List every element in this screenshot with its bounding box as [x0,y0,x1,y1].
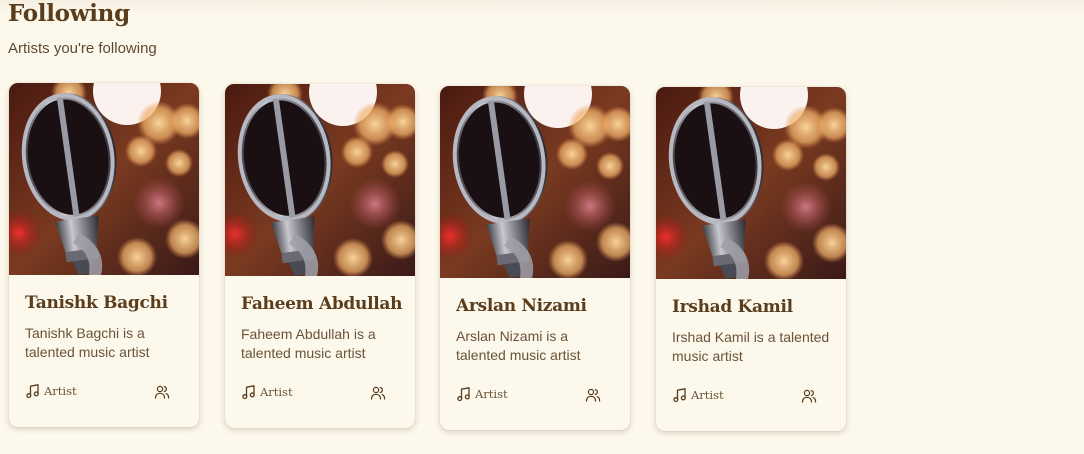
artist-card[interactable]: Faheem Abdullah Faheem Abdullah is a tal… [225,84,415,428]
artist-tag-label: Artist [260,385,293,399]
music-note-icon [456,386,472,402]
users-icon [585,387,601,403]
music-note-icon [241,384,257,400]
artist-card[interactable]: Tanishk Bagchi Tanishk Bagchi is a talen… [9,83,199,427]
users-icon [154,384,170,400]
music-note-icon [672,387,688,403]
artist-tag: Artist [25,383,77,399]
artist-card[interactable]: Irshad Kamil Irshad Kamil is a talented … [656,87,846,431]
artist-description: Faheem Abdullah is a talented music arti… [241,326,376,361]
artist-description: Irshad Kamil is a talented music artist [672,329,830,364]
followers-button[interactable] [369,384,387,402]
artist-name: Irshad Kamil [672,297,793,317]
artist-name: Tanishk Bagchi [25,293,168,313]
artist-photo [656,87,846,279]
followers-button[interactable] [584,386,602,404]
artist-name: Arslan Nizami [456,296,587,316]
followers-button[interactable] [153,383,171,401]
artist-description: Tanishk Bagchi is a talented music artis… [25,325,150,360]
card-footer: Artist [25,383,183,403]
followers-button[interactable] [800,387,818,405]
artist-tag: Artist [456,386,508,402]
artist-card[interactable]: Arslan Nizami Arslan Nizami is a talente… [440,86,630,430]
card-footer: Artist [672,387,830,407]
artist-tag: Artist [241,384,293,400]
users-icon [370,385,386,401]
following-page: Following Artists you're following Tanis… [0,0,1084,454]
card-footer: Artist [456,386,614,406]
music-note-icon [25,383,41,399]
artist-tag-label: Artist [44,384,77,398]
artist-photo [225,84,415,276]
artist-tag: Artist [672,387,724,403]
page-subtitle: Artists you're following [8,40,157,57]
artist-name: Faheem Abdullah [241,294,403,314]
artist-photo [9,83,199,275]
artist-photo [440,86,630,278]
page-title: Following [8,0,130,27]
artist-description: Arslan Nizami is a talented music artist [456,328,581,363]
artist-tag-label: Artist [475,387,508,401]
card-footer: Artist [241,384,399,404]
artist-tag-label: Artist [691,388,724,402]
users-icon [801,388,817,404]
